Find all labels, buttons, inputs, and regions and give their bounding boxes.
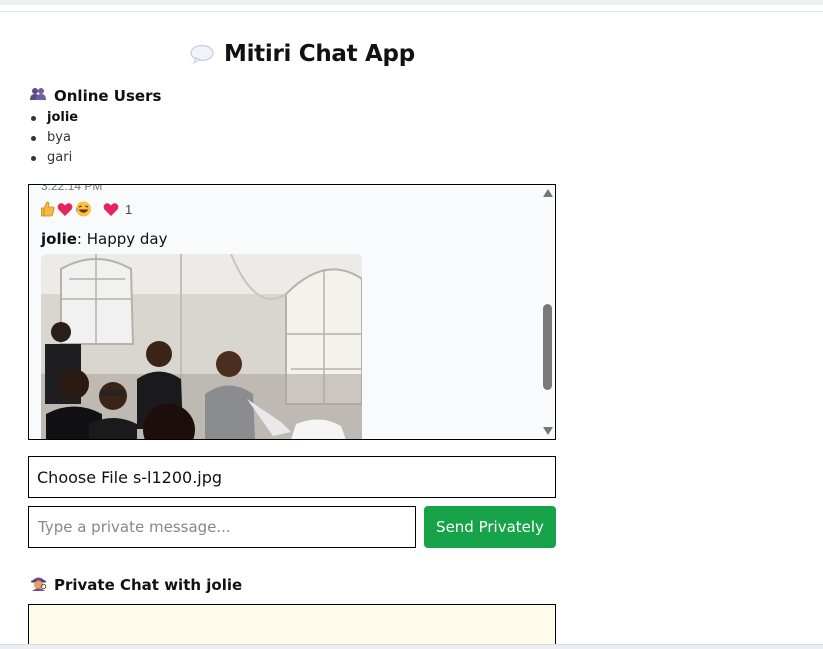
message-timestamp: 3:22:14 PM [41,184,103,193]
scroll-up-icon[interactable] [543,189,553,197]
heart-icon [103,202,119,217]
browser-bottom-strip [0,644,823,649]
online-users-heading: Online Users [30,87,161,105]
reaction-count: 1 [125,201,133,217]
send-privately-button[interactable]: Send Privately [424,506,556,548]
private-chat-heading: Private Chat with jolie [30,575,242,595]
heart-icon[interactable] [57,202,73,217]
top-divider [0,11,823,12]
chat-messages-box[interactable]: 3:22:14 PM 1 jolie: Happy day [28,184,556,440]
message-reactions: 1 [41,201,132,217]
chat-scrollbar[interactable] [540,185,555,439]
reaction-counter[interactable]: 1 [103,202,132,217]
app-header: Mitiri Chat App [190,38,415,70]
page-title: Mitiri Chat App [224,41,415,67]
busts-in-silhouette-icon [30,87,46,105]
choose-file-button[interactable]: Choose File [37,468,128,487]
group-photo-image[interactable] [41,254,362,439]
speech-balloon-icon [190,44,214,65]
online-users-list: jolie bya gari [30,109,78,169]
online-user-item[interactable]: bya [30,129,78,149]
detective-icon [30,575,47,595]
message-sender: jolie [41,230,77,248]
private-chat-messages-box[interactable] [28,604,556,649]
message-separator: : [76,230,87,248]
file-input[interactable]: Choose File s-l1200.jpg [28,456,556,498]
chat-message: jolie: Happy day [41,230,167,248]
online-user-item[interactable]: gari [30,149,78,169]
online-users-label: Online Users [54,87,162,105]
scroll-down-icon[interactable] [543,427,553,435]
browser-top-strip [0,0,823,5]
private-message-input[interactable] [28,506,416,548]
scrollbar-thumb[interactable] [543,304,552,390]
private-chat-label: Private Chat with jolie [54,576,243,594]
laughing-face-icon[interactable] [75,201,92,217]
thumbs-up-icon[interactable] [41,201,55,217]
message-text: Happy day [86,230,168,248]
online-user-item[interactable]: jolie [30,109,78,129]
selected-file-name: s-l1200.jpg [132,467,223,487]
